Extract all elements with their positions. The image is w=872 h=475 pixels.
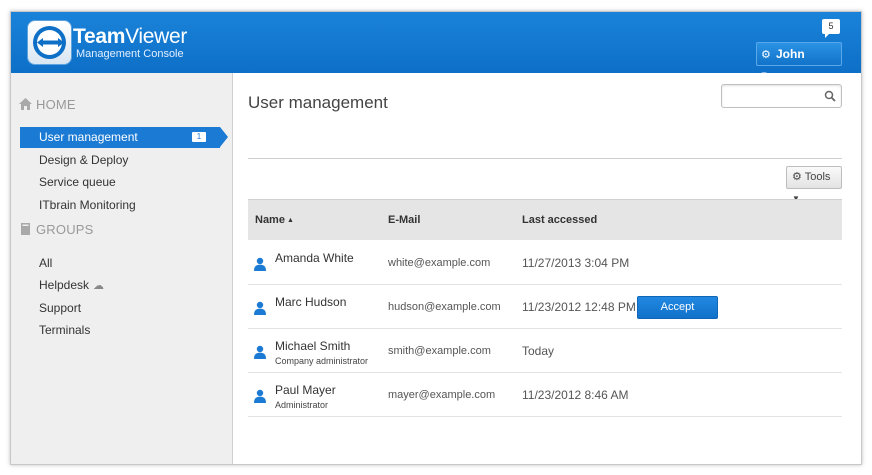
user-icon bbox=[254, 389, 266, 403]
header-bar: TeamViewer Management Console 5 ⚙ John Do… bbox=[11, 12, 861, 84]
search-icon[interactable] bbox=[824, 90, 836, 102]
column-header-name[interactable]: Name ▲ bbox=[255, 200, 294, 241]
sidebar-item-support[interactable]: Support bbox=[20, 298, 228, 319]
table-header: Name ▲ E-Mail Last accessed bbox=[248, 199, 842, 240]
search-input[interactable] bbox=[726, 88, 822, 104]
user-name: Michael Smith bbox=[275, 339, 351, 353]
last-accessed: 11/23/2012 8:46 AM bbox=[522, 388, 629, 402]
brand-name: TeamViewer bbox=[73, 25, 188, 48]
user-role: Company administrator bbox=[275, 356, 369, 366]
user-name: Paul Mayer bbox=[275, 383, 336, 397]
divider bbox=[248, 158, 842, 159]
last-accessed: 11/27/2013 3:04 PM bbox=[522, 256, 630, 270]
user-name: Amanda White bbox=[275, 251, 354, 265]
sidebar-item-itbrain-monitoring[interactable]: ITbrain Monitoring bbox=[20, 195, 228, 216]
user-email: white@example.com bbox=[388, 257, 491, 269]
teamviewer-logo-icon bbox=[27, 20, 72, 65]
cloud-icon: ☁ bbox=[93, 280, 105, 292]
section-home[interactable]: HOME bbox=[19, 97, 76, 112]
sidebar-item-label: User management bbox=[39, 130, 138, 144]
tools-label: Tools bbox=[804, 171, 831, 183]
page-title: User management bbox=[248, 93, 388, 112]
sidebar-item-label: Helpdesk bbox=[39, 278, 90, 292]
column-header-last-accessed[interactable]: Last accessed bbox=[522, 200, 597, 241]
user-email: hudson@example.com bbox=[388, 301, 501, 313]
brand-subtitle: Management Console bbox=[76, 48, 184, 60]
last-accessed: 11/23/2012 12:48 PM bbox=[522, 300, 636, 314]
user-icon bbox=[254, 257, 266, 271]
sidebar-item-terminals[interactable]: Terminals bbox=[20, 320, 228, 341]
sidebar-item-service-queue[interactable]: Service queue bbox=[20, 172, 228, 193]
sidebar: HOME User management 1 Design & Deploy S… bbox=[11, 73, 233, 464]
table-row[interactable]: Amanda White white@example.com 11/27/201… bbox=[248, 241, 842, 285]
messages-badge[interactable]: 5 bbox=[822, 19, 840, 38]
user-menu-button[interactable]: ⚙ John Doe ▼ bbox=[756, 42, 842, 84]
section-groups[interactable]: GROUPS bbox=[19, 222, 94, 237]
gear-icon: ⚙ bbox=[761, 49, 771, 61]
sidebar-item-user-management[interactable]: User management 1 bbox=[20, 127, 228, 148]
app-window: TeamViewer Management Console 5 ⚙ John Do… bbox=[10, 11, 862, 465]
sidebar-item-label: ITbrain Monitoring bbox=[39, 198, 136, 212]
sidebar-item-label: Service queue bbox=[39, 175, 116, 189]
accept-button[interactable]: Accept bbox=[637, 296, 718, 319]
sidebar-item-label: Terminals bbox=[39, 323, 91, 337]
sidebar-item-design-deploy[interactable]: Design & Deploy bbox=[20, 150, 228, 171]
main-content: User management ⚙ Tools ▼ Name▲ E-Mail L… bbox=[234, 73, 861, 464]
sidebar-item-label: All bbox=[39, 256, 53, 270]
user-management-count-badge: 1 bbox=[192, 132, 206, 142]
gear-icon: ⚙ bbox=[792, 171, 802, 183]
user-icon bbox=[254, 345, 266, 359]
sort-ascending-icon: ▲ bbox=[286, 217, 294, 224]
sidebar-item-label: Design & Deploy bbox=[39, 153, 129, 167]
sidebar-item-label: Support bbox=[39, 301, 82, 315]
sidebar-item-helpdesk[interactable]: Helpdesk ☁ bbox=[20, 275, 228, 296]
search-box[interactable] bbox=[721, 84, 842, 108]
user-name: Marc Hudson bbox=[275, 295, 347, 309]
table-row[interactable]: Michael Smith Company administrator smit… bbox=[248, 329, 842, 373]
last-accessed: Today bbox=[522, 344, 555, 358]
tools-button[interactable]: ⚙ Tools ▼ bbox=[786, 166, 842, 203]
column-header-email[interactable]: E-Mail bbox=[388, 200, 420, 241]
sidebar-item-all[interactable]: All bbox=[20, 253, 228, 274]
book-icon bbox=[21, 223, 30, 235]
table-row[interactable]: Paul Mayer Administrator mayer@example.c… bbox=[248, 373, 842, 417]
home-icon bbox=[19, 98, 32, 110]
user-email: mayer@example.com bbox=[388, 389, 496, 401]
user-email: smith@example.com bbox=[388, 345, 491, 357]
user-role: Administrator bbox=[275, 400, 329, 410]
user-icon bbox=[254, 301, 266, 315]
table-row[interactable]: Marc Hudson hudson@example.com 11/23/201… bbox=[248, 285, 842, 329]
